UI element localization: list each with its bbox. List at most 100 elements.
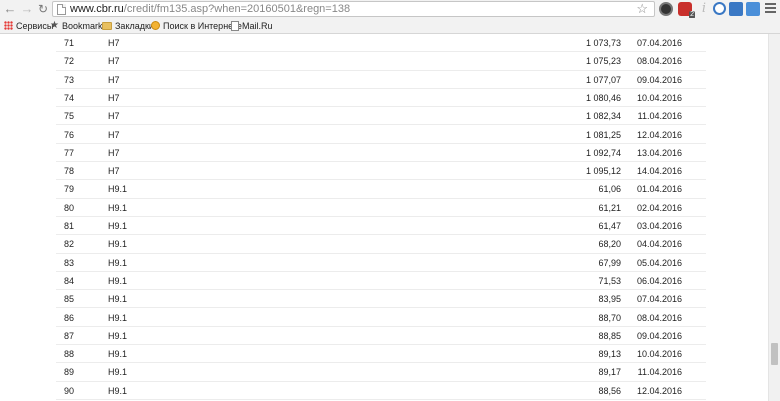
table-row: 82 Н9.1 68,20 04.04.2016 [56,235,706,254]
row-number: 74 [64,92,75,103]
bookmark-star-icon[interactable]: ☆ [636,2,648,16]
row-number: 88 [64,349,75,360]
table-row: 84 Н9.1 71,53 06.04.2016 [56,272,706,291]
report-date: 04.04.2016 [636,239,682,250]
bookmark-mailru[interactable]: Mail.Ru [231,19,273,33]
report-date: 07.04.2016 [636,294,682,305]
table-row: 85 Н9.1 83,95 07.04.2016 [56,290,706,309]
bookmark-folder[interactable]: Закладки [102,19,154,33]
row-number: 82 [64,239,75,250]
table-row: 90 Н9.1 88,56 12.04.2016 [56,382,706,400]
folder-icon [102,21,112,30]
indicator-value: 83,95 [598,294,621,305]
report-date: 09.04.2016 [636,330,682,341]
extension-icon[interactable] [729,2,743,16]
page-icon [57,4,66,15]
table-row: 74 Н7 1 080,46 10.04.2016 [56,89,706,108]
indicator-code: Н9.1 [108,221,128,231]
table-row: 72 Н7 1 075,23 08.04.2016 [56,52,706,71]
indicator-value: 61,47 [598,221,621,231]
browser-toolbar: ← → ↻ www.cbr.ru/credit/fm135.asp?when=2… [0,0,780,19]
row-number: 76 [64,129,75,140]
table-row: 87 Н9.1 88,85 09.04.2016 [56,327,706,346]
bookmark-bookmarks[interactable]: ★ Bookmarks [50,19,107,33]
table-row: 81 Н9.1 61,47 03.04.2016 [56,217,706,236]
table-row: 78 Н7 1 095,12 14.04.2016 [56,162,706,181]
indicator-value: 88,85 [598,330,621,341]
indicator-value: 88,70 [598,312,621,323]
report-date: 11.04.2016 [637,367,682,378]
indicator-code: Н9.1 [108,294,128,305]
indicator-code: Н9.1 [108,367,128,378]
url-path: /credit/fm135.asp?when=20160501&regn=138 [123,3,351,15]
indicator-code: Н9.1 [108,385,128,396]
report-date: 08.04.2016 [636,312,682,323]
report-date: 12.04.2016 [636,129,682,140]
indicator-code: Н7 [108,38,120,48]
report-date: 06.04.2016 [636,275,682,286]
row-number: 71 [64,38,75,48]
indicator-code: Н9.1 [108,349,128,360]
indicator-value: 61,21 [598,202,621,213]
bookmark-search[interactable]: Поиск в Интернете [151,19,242,33]
indicator-value: 1 081,25 [585,129,621,140]
info-icon[interactable]: i [697,2,711,16]
extension-badge-icon[interactable] [678,2,696,19]
indicator-code: Н9.1 [108,312,128,323]
bookmark-services[interactable]: Сервисы [4,19,53,33]
report-date: 10.04.2016 [636,349,682,360]
indicator-code: Н9.1 [108,257,128,268]
url-text[interactable]: www.cbr.ru/credit/fm135.asp?when=2016050… [70,3,350,16]
indicator-value: 1 073,73 [585,38,621,48]
table-row: 86 Н9.1 88,70 08.04.2016 [56,309,706,327]
row-number: 90 [64,385,75,396]
indicator-code: Н9.1 [108,330,128,341]
table-row: 76 Н7 1 081,25 12.04.2016 [56,126,706,144]
indicator-value: 88,56 [598,385,621,396]
row-number: 87 [64,330,75,341]
indicator-value: 68,20 [598,239,621,250]
indicator-value: 1 080,46 [585,92,621,103]
indicator-code: Н7 [108,166,120,177]
extension-icon[interactable] [659,2,673,16]
row-number: 85 [64,294,75,305]
table-row: 79 Н9.1 61,06 01.04.2016 [56,180,706,199]
indicator-value: 89,13 [598,349,621,360]
page-icon [231,20,239,31]
indicator-value: 67,99 [598,257,621,268]
table-row: 77 Н7 1 092,74 13.04.2016 [56,144,706,163]
row-number: 79 [64,184,75,195]
indicator-value: 1 077,07 [585,74,621,85]
bookmark-label: Закладки [115,21,154,31]
indicator-value: 1 095,12 [585,166,621,177]
row-number: 80 [64,202,75,213]
back-arrow-icon[interactable]: ← [3,2,17,16]
report-date: 08.04.2016 [636,56,682,67]
apps-grid-icon [4,21,13,31]
menu-icon[interactable] [765,3,776,15]
indicator-code: Н7 [108,56,120,67]
report-date: 13.04.2016 [636,147,682,158]
address-bar[interactable]: www.cbr.ru/credit/fm135.asp?when=2016050… [52,1,655,17]
vertical-scrollbar[interactable] [768,34,780,401]
indicator-code: Н7 [108,74,120,85]
forward-arrow-icon[interactable]: → [20,2,34,16]
url-host: www.cbr.ru [70,3,124,15]
row-number: 81 [64,221,75,231]
reload-icon[interactable]: ↻ [36,2,50,16]
indicator-code: Н9.1 [108,275,128,286]
row-number: 73 [64,74,75,85]
table-row: 71 Н7 1 073,73 07.04.2016 [56,34,706,53]
bookmarks-bar: Сервисы ★ Bookmarks Закладки Поиск в Инте… [0,18,780,34]
row-number: 75 [64,111,75,122]
scrollbar-thumb[interactable] [771,343,778,365]
sync-icon[interactable] [713,2,726,15]
extension-icon[interactable] [746,2,760,16]
table-row: 83 Н9.1 67,99 05.04.2016 [56,254,706,272]
row-number: 89 [64,367,75,378]
row-number: 78 [64,166,75,177]
report-date: 11.04.2016 [637,111,682,122]
indicator-code: Н9.1 [108,184,128,195]
report-date: 12.04.2016 [636,385,682,396]
indicator-value: 61,06 [598,184,621,195]
